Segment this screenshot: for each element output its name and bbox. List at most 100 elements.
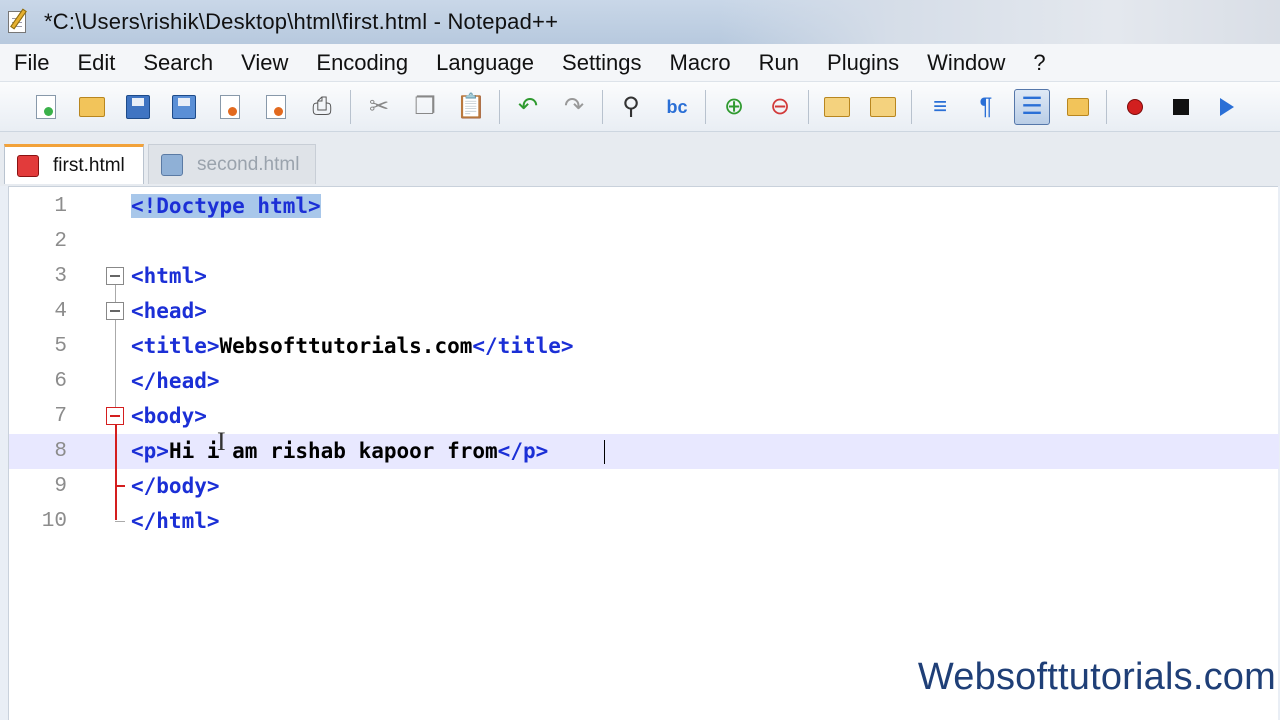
current-code-line[interactable]: 8 <p>Hi i am rishab kapoor from</p> (9, 434, 1279, 469)
notepad-plus-plus-icon[interactable] (4, 8, 32, 36)
p-open-tag: <p> (131, 439, 169, 463)
fold-end-marker (115, 521, 125, 522)
menu-search[interactable]: Search (129, 50, 227, 76)
p-close-tag: </p> (497, 439, 549, 463)
window-title: *C:\Users\rishik\Desktop\html\first.html… (44, 9, 559, 34)
code-line[interactable]: 7 <body> (9, 399, 1279, 434)
line-number: 7 (54, 405, 67, 428)
line-number: 8 (54, 440, 67, 463)
line-number: 1 (54, 195, 67, 218)
open-folder-icon[interactable] (74, 89, 110, 125)
cut-icon[interactable]: ✂ (361, 89, 397, 125)
code-text: <p>Hi i am rishab kapoor from</p> (131, 434, 548, 469)
toolbar-separator (705, 89, 706, 124)
title-close-tag: </title> (472, 334, 574, 358)
tab-label: first.html (53, 154, 125, 176)
code-line[interactable]: 1 <!Doctype html> (9, 189, 1279, 224)
code-line[interactable]: 2 (9, 224, 1279, 259)
tab-bar: first.html second.html (0, 132, 1280, 186)
title-bar: *C:\Users\rishik\Desktop\html\first.html… (0, 0, 1280, 44)
code-text: <!Doctype html> (131, 189, 321, 224)
sync-vertical-icon[interactable] (819, 89, 855, 125)
toolbar-separator (808, 89, 809, 124)
print-icon[interactable]: ⎙ (304, 89, 340, 125)
code-text: <body> (131, 404, 207, 428)
fold-toggle-html[interactable] (106, 267, 124, 285)
title-open-tag: <title> (131, 334, 220, 358)
line-number: 6 (54, 370, 67, 393)
code-editor[interactable]: 1 <!Doctype html> 2 3 <html> 4 <head> 5 … (8, 186, 1279, 720)
menu-file[interactable]: File (0, 50, 63, 76)
tab-second-html[interactable]: second.html (148, 144, 316, 184)
toolbar-separator (911, 89, 912, 124)
watermark: Websofttutorials.com (917, 656, 1276, 698)
copy-icon[interactable]: ❐ (407, 89, 443, 125)
fold-guide-active (115, 425, 117, 520)
redo-icon[interactable]: ↷ (556, 89, 592, 125)
line-number: 9 (54, 475, 67, 498)
code-text: <head> (131, 299, 207, 323)
menu-language[interactable]: Language (422, 50, 548, 76)
toolbar-separator (350, 89, 351, 124)
menu-macro[interactable]: Macro (656, 50, 745, 76)
line-number: 2 (54, 230, 67, 253)
menu-edit[interactable]: Edit (63, 50, 129, 76)
menu-window[interactable]: Window (913, 50, 1019, 76)
code-line[interactable]: 9 </body> (9, 469, 1279, 504)
line-number: 10 (41, 510, 67, 533)
zoom-out-icon[interactable]: ⊖ (762, 89, 798, 125)
doctype-tag: <!Doctype html> (131, 194, 321, 218)
zoom-in-icon[interactable]: ⊕ (716, 89, 752, 125)
title-content: Websofttutorials.com (219, 334, 473, 358)
code-text: </html> (131, 509, 220, 533)
fold-toggle-body[interactable] (106, 407, 124, 425)
code-text: </head> (131, 369, 220, 393)
toolbar-separator (499, 89, 500, 124)
code-line[interactable]: 6 </head> (9, 364, 1279, 399)
paste-icon[interactable]: 📋 (453, 89, 489, 125)
code-line[interactable]: 4 <head> (9, 294, 1279, 329)
toolbar-separator (1106, 89, 1107, 124)
menu-run[interactable]: Run (745, 50, 813, 76)
show-all-chars-icon[interactable]: ¶ (968, 89, 1004, 125)
line-number: 5 (54, 335, 67, 358)
save-icon[interactable] (120, 89, 156, 125)
toolbar-separator (602, 89, 603, 124)
menu-view[interactable]: View (227, 50, 302, 76)
stop-recording-icon[interactable] (1163, 89, 1199, 125)
tab-first-html[interactable]: first.html (4, 144, 144, 184)
code-line[interactable]: 10 </html> (9, 504, 1279, 539)
close-all-icon[interactable] (258, 89, 294, 125)
user-defined-lang-icon[interactable] (1060, 89, 1096, 125)
close-icon[interactable] (212, 89, 248, 125)
unsaved-file-icon (17, 154, 39, 177)
find-icon[interactable]: ⚲ (613, 89, 649, 125)
save-all-icon[interactable] (166, 89, 202, 125)
sync-horizontal-icon[interactable] (865, 89, 901, 125)
play-macro-icon[interactable] (1209, 89, 1245, 125)
word-wrap-icon[interactable]: ≡ (922, 89, 958, 125)
indent-guide-icon[interactable]: ☰ (1014, 88, 1050, 125)
new-file-icon[interactable] (28, 89, 64, 125)
text-cursor-icon: I (217, 427, 226, 456)
text-caret (604, 440, 605, 464)
menu-encoding[interactable]: Encoding (302, 50, 422, 76)
line-number: 3 (54, 265, 67, 288)
saved-file-icon (161, 153, 183, 176)
fold-toggle-head[interactable] (106, 302, 124, 320)
menu-plugins[interactable]: Plugins (813, 50, 913, 76)
title-bar-controls-area (720, 0, 1280, 44)
menu-settings[interactable]: Settings (548, 50, 656, 76)
toolbar: ⎙ ✂ ❐ 📋 ↶ ↷ ⚲ bc ⊕ ⊖ ≡ ¶ ☰ (0, 82, 1280, 132)
menu-help[interactable]: ? (1019, 50, 1059, 76)
undo-icon[interactable]: ↶ (510, 89, 546, 125)
code-text: </body> (131, 474, 220, 498)
code-line[interactable]: 5 <title>Websofttutorials.com</title> (9, 329, 1279, 364)
menu-bar: File Edit Search View Encoding Language … (0, 44, 1280, 82)
record-macro-icon[interactable] (1117, 89, 1153, 125)
tab-label: second.html (197, 153, 300, 175)
code-text: <html> (131, 264, 207, 288)
replace-icon[interactable]: bc (659, 89, 695, 125)
code-line[interactable]: 3 <html> (9, 259, 1279, 294)
line-number: 4 (54, 300, 67, 323)
